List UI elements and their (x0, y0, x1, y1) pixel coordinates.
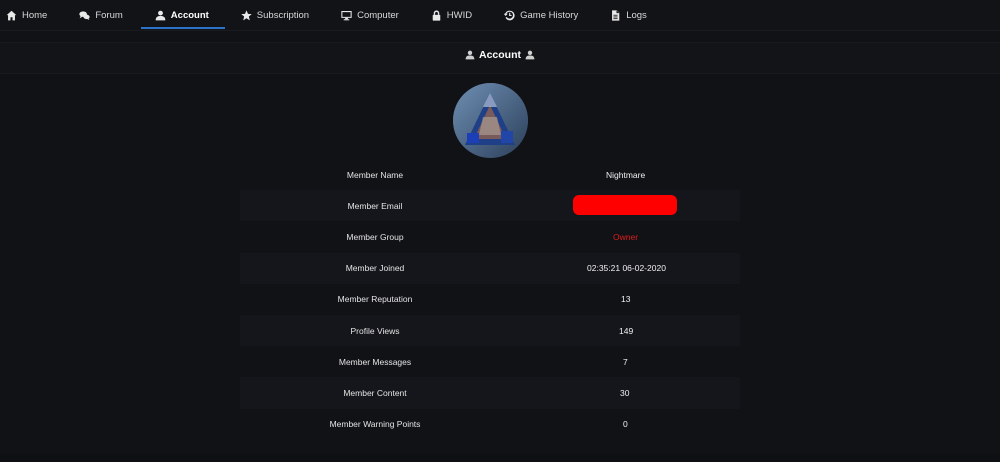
nav-item-label: Account (170, 9, 209, 21)
lock-icon (431, 10, 442, 21)
member-group-value: Owner (613, 231, 639, 242)
panel-title: Account (0, 49, 1000, 61)
nav-item-label: Forum (95, 9, 123, 21)
nav-item-forum[interactable]: Forum (77, 0, 136, 30)
nav-item-label: Home (22, 9, 48, 21)
email-redaction (573, 194, 677, 215)
table-row: Member Email (240, 190, 740, 222)
nav-item-label: Subscription (256, 9, 310, 21)
panel-title-text: Account (479, 49, 521, 61)
monitor-icon (341, 10, 352, 21)
profile-views-value: 149 (619, 325, 634, 336)
member-reputation-value: 13 (621, 294, 631, 305)
row-label: Member Content (343, 387, 407, 398)
user-icon (155, 10, 166, 21)
user-icon (525, 50, 535, 60)
member-messages-value: 7 (623, 356, 628, 367)
nav-item-game-history[interactable]: Game History (502, 0, 592, 30)
table-row: Member Content 30 (240, 377, 740, 409)
nav-item-home[interactable]: Home (4, 0, 61, 30)
user-icon (465, 50, 475, 60)
comments-icon (79, 10, 90, 21)
table-row: Member Group Owner (240, 221, 740, 252)
home-icon (6, 10, 17, 21)
table-row: Profile Views 149 (240, 314, 740, 347)
member-content-value: 30 (620, 387, 630, 398)
history-icon (504, 10, 515, 21)
row-label: Member Name (346, 169, 404, 180)
member-warning-points-value: 0 (623, 419, 628, 430)
member-joined-value: 02:35:21 06-02-2020 (587, 263, 666, 274)
nav-item-label: Game History (520, 9, 579, 21)
row-label: Member Messages (338, 356, 412, 367)
row-label: Member Reputation (337, 294, 413, 305)
table-row: Member Messages 7 (240, 346, 740, 377)
table-row: Member Joined 02:35:21 06-02-2020 (240, 252, 740, 284)
avatar-logo (453, 83, 528, 158)
row-label: Member Joined (345, 263, 405, 274)
footer-strip (0, 454, 1000, 462)
table-row: Member Name Nightmare (240, 159, 740, 190)
row-label: Profile Views (350, 325, 400, 336)
nav-item-subscription[interactable]: Subscription (239, 0, 323, 30)
member-email-value (510, 194, 740, 217)
nav-item-label: HWID (446, 9, 473, 21)
star-icon (241, 9, 252, 21)
table-row: Member Reputation 13 (240, 284, 740, 315)
nav-item-computer[interactable]: Computer (339, 0, 413, 30)
file-icon (610, 9, 621, 21)
member-name-value: Nightmare (606, 169, 646, 180)
row-label: Member Group (346, 231, 404, 242)
nav-item-account[interactable]: Account (140, 0, 225, 30)
nav-item-label: Logs (626, 9, 647, 21)
top-navigation-bar: Home Forum Account Subscription Computer… (0, 0, 1000, 31)
nav-item-logs[interactable]: Logs (608, 0, 661, 30)
nav-item-hwid[interactable]: HWID (429, 0, 486, 30)
nav-list: Home Forum Account Subscription Computer… (0, 0, 1000, 30)
row-label: Member Email (347, 200, 403, 211)
row-label: Member Warning Points (329, 419, 421, 430)
avatar (453, 83, 528, 158)
account-details-table: Member Name Nightmare Member Email Membe… (240, 159, 740, 440)
table-row: Member Warning Points 0 (240, 409, 740, 440)
nav-item-label: Computer (357, 9, 399, 21)
